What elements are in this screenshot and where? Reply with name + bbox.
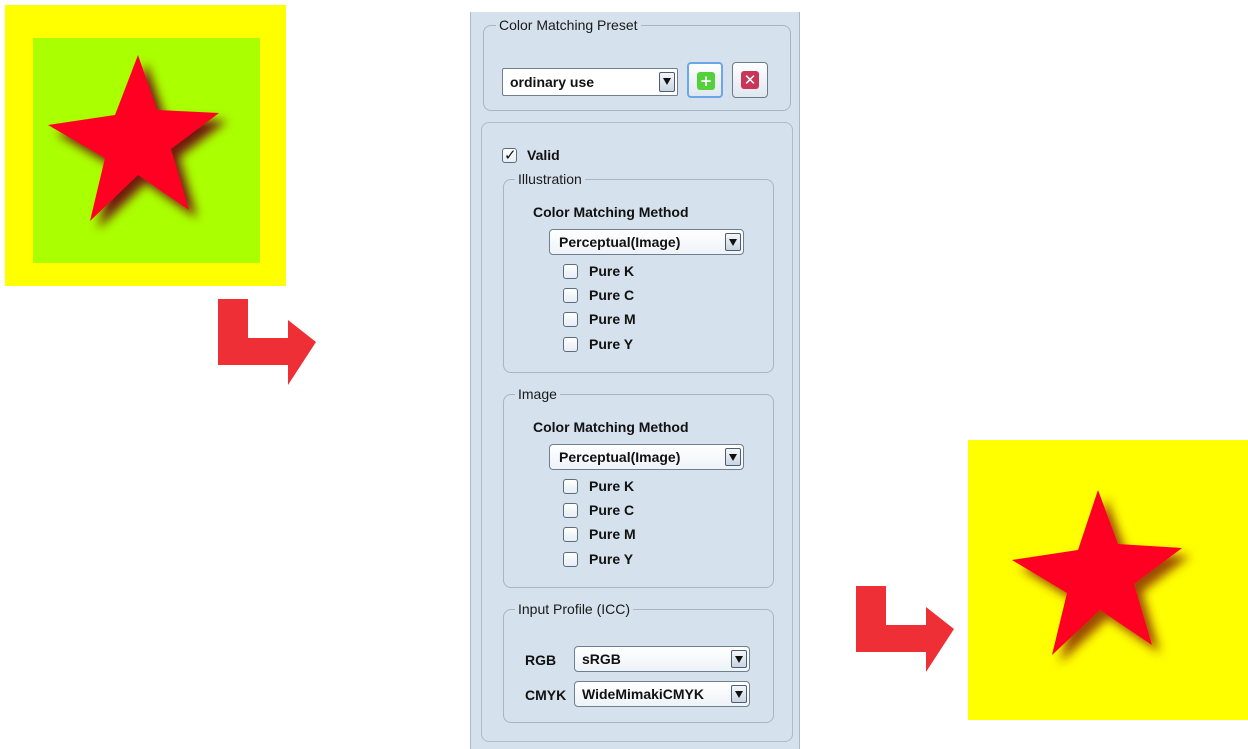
arrow-right-icon [218, 299, 316, 385]
arrow-right-icon [856, 586, 954, 672]
image-pure-y-label: Pure Y [589, 551, 634, 567]
image-pure-c-checkbox[interactable] [563, 503, 578, 518]
preset-group-title: Color Matching Preset [496, 17, 641, 33]
plus-icon: + [697, 72, 715, 90]
chevron-down-icon [725, 233, 741, 251]
cmyk-label: CMYK [525, 687, 567, 703]
valid-checkbox[interactable] [502, 146, 517, 164]
add-preset-button[interactable]: + [687, 62, 723, 98]
image-pure-c-label: Pure C [589, 502, 635, 518]
input-profile-group: Input Profile (ICC) RGB sRGB CMYK WideMi… [503, 601, 774, 723]
illustration-method-select[interactable]: Perceptual(Image) [549, 229, 744, 255]
image-group-title: Image [515, 386, 560, 402]
after-image [968, 440, 1248, 720]
settings-group: Valid Illustration Color Matching Method… [481, 122, 793, 742]
illustration-pure-k-label: Pure K [589, 263, 635, 279]
image-pure-m-checkbox[interactable] [563, 527, 578, 542]
before-image [5, 5, 286, 286]
illustration-pure-y-label: Pure Y [589, 336, 634, 352]
illustration-pure-c-checkbox[interactable] [563, 288, 578, 303]
illustration-pure-m-checkbox[interactable] [563, 312, 578, 327]
chevron-down-icon [725, 448, 741, 466]
chevron-down-icon [659, 72, 675, 92]
cmyk-profile-select[interactable]: WideMimakiCMYK [574, 681, 750, 707]
illustration-pure-y-checkbox[interactable] [563, 337, 578, 352]
input-profile-group-title: Input Profile (ICC) [515, 601, 634, 617]
rgb-label: RGB [525, 652, 557, 668]
image-method-select[interactable]: Perceptual(Image) [549, 444, 744, 470]
illustration-method-label: Color Matching Method [533, 204, 689, 220]
illustration-pure-k-checkbox[interactable] [563, 264, 578, 279]
chevron-down-icon [731, 650, 747, 668]
illustration-group-title: Illustration [515, 171, 585, 187]
preset-group: Color Matching Preset ordinary use + ✕ [483, 17, 791, 111]
illustration-group: Illustration Color Matching Method Perce… [503, 171, 774, 373]
cmyk-profile-value: WideMimakiCMYK [582, 686, 705, 702]
preset-select-value: ordinary use [510, 74, 595, 90]
illustration-method-value: Perceptual(Image) [559, 234, 681, 250]
image-pure-k-checkbox[interactable] [563, 479, 578, 494]
color-matching-panel: Color Matching Preset ordinary use + ✕ V… [470, 12, 800, 749]
rgb-profile-value: sRGB [582, 651, 621, 667]
image-method-value: Perceptual(Image) [559, 449, 681, 465]
image-pure-k-label: Pure K [589, 478, 635, 494]
chevron-down-icon [731, 685, 747, 703]
rgb-profile-select[interactable]: sRGB [574, 646, 750, 672]
preset-select[interactable]: ordinary use [502, 68, 678, 96]
image-pure-m-label: Pure M [589, 526, 636, 542]
valid-label: Valid [527, 147, 560, 163]
illustration-pure-m-label: Pure M [589, 311, 636, 327]
image-pure-y-checkbox[interactable] [563, 552, 578, 567]
delete-preset-button[interactable]: ✕ [732, 62, 768, 98]
image-group: Image Color Matching Method Perceptual(I… [503, 386, 774, 588]
image-method-label: Color Matching Method [533, 419, 689, 435]
x-icon: ✕ [741, 71, 759, 89]
illustration-pure-c-label: Pure C [589, 287, 635, 303]
